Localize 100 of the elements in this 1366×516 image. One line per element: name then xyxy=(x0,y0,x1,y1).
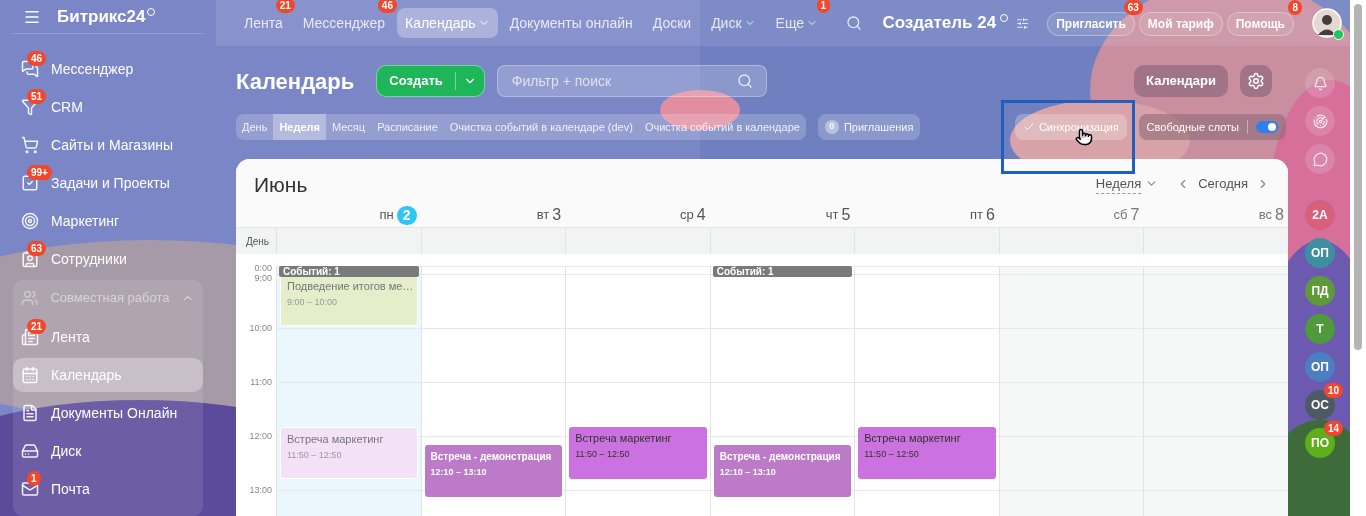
day-header: чт 5 xyxy=(824,205,852,225)
sidebar-item[interactable]: 99+ Задачи и Проекты xyxy=(13,166,203,200)
nav-tab[interactable]: Диск xyxy=(703,8,764,38)
chat-icon[interactable] xyxy=(1305,144,1335,174)
settings-button[interactable] xyxy=(1240,65,1272,97)
sidebar-item[interactable]: 46 Мессенджер xyxy=(13,52,203,86)
day-header: ср 4 xyxy=(679,205,707,225)
group-icon xyxy=(21,289,39,307)
sidebar-item[interactable]: 51 CRM xyxy=(13,90,203,124)
day-header: пт 6 xyxy=(968,205,996,225)
status-icon xyxy=(1333,29,1344,40)
sidebar-label: Диск xyxy=(51,441,82,461)
toggle-switch[interactable] xyxy=(1256,121,1278,133)
page-title: Календарь xyxy=(236,67,355,96)
day-header: вс 8 xyxy=(1257,205,1285,225)
sidebar-item[interactable]: 63 Сотрудники xyxy=(13,242,203,276)
search-icon[interactable] xyxy=(846,15,863,31)
view-tab[interactable]: Очистка событий в календаре (dev) xyxy=(443,114,639,140)
event-time: 11:50 – 12:50 xyxy=(287,449,343,461)
drive-icon xyxy=(21,442,39,460)
day-header: пн 2 xyxy=(276,203,421,227)
today-button[interactable]: Сегодня xyxy=(1194,174,1252,194)
sidebar-label: Мессенджер xyxy=(51,59,134,79)
event-card[interactable]: Встреча маркетинг 11:50 – 12:50 xyxy=(280,427,418,479)
sidebar-label: Задачи и Проекты xyxy=(51,173,170,193)
day-header: сб 7 xyxy=(1112,205,1141,225)
sidebar-label: Маркетинг xyxy=(51,211,120,231)
event-title: Встреча - демонстрация xyxy=(430,450,553,464)
contact-card-icon xyxy=(21,250,39,268)
sidebar-item[interactable]: Документы Онлайн xyxy=(13,396,203,430)
event-title: Встреча - демонстрация xyxy=(719,450,842,464)
sidebar-item[interactable]: Диск xyxy=(13,434,203,468)
calendar-icon xyxy=(21,366,39,384)
event-title: Подведение итогов ме… xyxy=(287,279,411,294)
time-label: 10:00 xyxy=(249,324,272,333)
bell-icon[interactable] xyxy=(1305,68,1335,98)
time-label: 12:00 xyxy=(249,432,272,441)
view-tab[interactable]: Неделя xyxy=(273,114,326,140)
month-title: Июнь xyxy=(254,172,309,198)
nav-tab[interactable]: Доски xyxy=(644,8,700,38)
event-time: 12:10 – 13:10 xyxy=(430,466,488,478)
view-select[interactable]: Неделя xyxy=(1095,173,1142,194)
collapsed-events-bar[interactable]: Событий: 1 xyxy=(279,266,419,277)
day-header: вт 3 xyxy=(535,205,563,225)
nav-tab[interactable]: Документы онлайн xyxy=(501,8,641,38)
view-tab[interactable]: Месяц xyxy=(325,114,372,140)
mail-icon xyxy=(21,480,39,498)
count-badge: 0 xyxy=(824,120,839,134)
document-icon xyxy=(21,404,39,422)
event-title: Встреча маркетинг xyxy=(287,432,385,447)
check-icon xyxy=(1022,121,1035,133)
sidebar-item[interactable]: Календарь xyxy=(13,358,203,392)
event-time: 11:50 – 12:50 xyxy=(575,448,631,460)
free-slots-control[interactable]: Свободные слоты xyxy=(1138,114,1286,140)
calendars-button[interactable]: Календари xyxy=(1134,65,1228,97)
sidebar-item[interactable]: 21 Лента xyxy=(13,320,203,354)
event-card[interactable]: Встреча маркетинг 11:50 – 12:50 xyxy=(569,427,707,479)
all-day-label: День xyxy=(245,235,271,249)
radar-icon[interactable] xyxy=(1305,106,1335,136)
chat-icon xyxy=(21,60,39,78)
count-badge: 8 xyxy=(1288,0,1302,15)
company-name: Создатель 24 xyxy=(882,12,997,35)
cart-icon xyxy=(21,136,39,154)
header-button[interactable]: Помощь xyxy=(1226,11,1294,36)
time-label: 0:00 xyxy=(254,264,272,273)
event-title: Встреча маркетинг xyxy=(864,431,962,446)
app-logo: Битрикс24 xyxy=(57,5,146,28)
header-button[interactable]: Мой тариф xyxy=(1138,11,1223,36)
event-time: 11:50 – 12:50 xyxy=(864,448,920,460)
sidebar-label: Сайты и Магазины xyxy=(51,135,173,155)
event-time: 12:10 – 13:10 xyxy=(719,466,777,478)
event-card[interactable]: Подведение итогов ме… 9:00 – 10:00 xyxy=(280,274,418,326)
event-title: Встреча маркетинг xyxy=(575,431,673,446)
create-button[interactable]: Создать xyxy=(376,65,485,97)
filter-icon xyxy=(21,98,39,116)
event-card[interactable]: Встреча - демонстрация 12:10 – 13:10 xyxy=(713,445,852,497)
sidebar-label: Календарь xyxy=(51,365,122,385)
view-tab[interactable]: Расписание xyxy=(371,114,444,140)
sidebar-item[interactable]: Сайты и Магазины xyxy=(13,128,203,162)
sidebar-label: Почта xyxy=(51,479,90,499)
event-card[interactable]: Встреча маркетинг 11:50 – 12:50 xyxy=(858,427,996,479)
sidebar-label: Лента xyxy=(51,327,90,347)
time-label: 13:00 xyxy=(249,486,272,495)
sidebar-label: CRM xyxy=(51,97,83,117)
nav-tab[interactable]: Календарь xyxy=(397,8,498,38)
sidebar-label: Сотрудники xyxy=(51,249,127,269)
event-card[interactable]: Встреча - демонстрация 12:10 – 13:10 xyxy=(424,445,563,497)
user-avatar[interactable] xyxy=(1312,8,1342,38)
sync-button[interactable]: Синхронизация xyxy=(1014,114,1127,140)
sliders-icon[interactable] xyxy=(1016,16,1030,30)
collapsed-events-bar[interactable]: Событий: 1 xyxy=(712,266,853,277)
time-label: 11:00 xyxy=(250,378,272,387)
settings-icon xyxy=(1247,72,1265,90)
sidebar-item[interactable]: 1 Почта xyxy=(13,472,203,506)
search-icon xyxy=(736,73,753,89)
target-icon xyxy=(21,212,39,230)
sidebar-item[interactable]: Маркетинг xyxy=(13,204,203,238)
invitations-button[interactable]: 0 Приглашения xyxy=(817,114,921,140)
scrollbar[interactable] xyxy=(1350,0,1366,516)
view-tab[interactable]: День xyxy=(236,114,274,140)
